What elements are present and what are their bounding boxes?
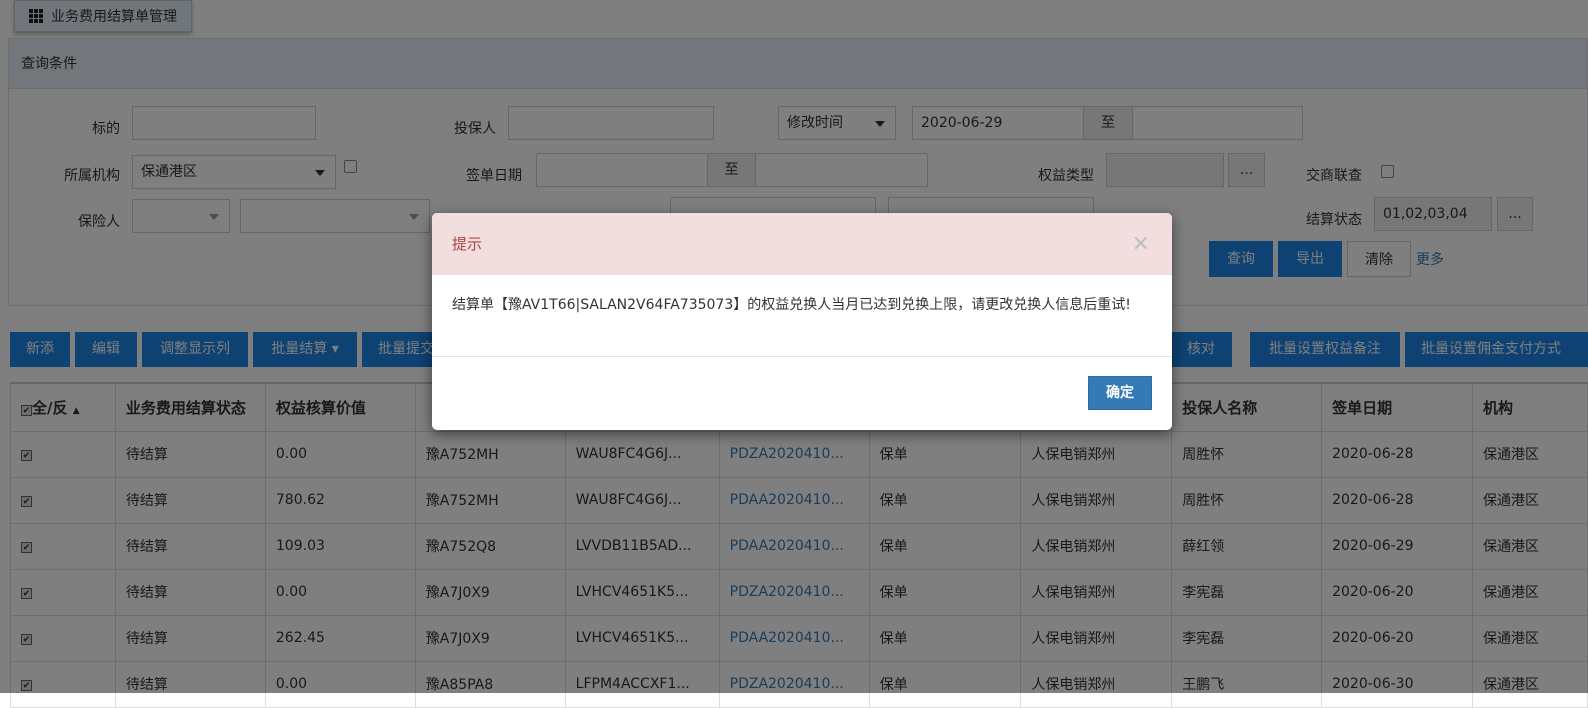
confirm-button[interactable]: 确定 [1088,376,1152,410]
dialog-title: 提示 [452,235,483,253]
dialog-message: 结算单【豫AV1T66|SALAN2V64FA735073】的权益兑换人当月已达… [432,275,1172,357]
close-icon[interactable]: × [1132,213,1150,275]
alert-dialog: 提示 × 结算单【豫AV1T66|SALAN2V64FA735073】的权益兑换人… [432,213,1172,430]
